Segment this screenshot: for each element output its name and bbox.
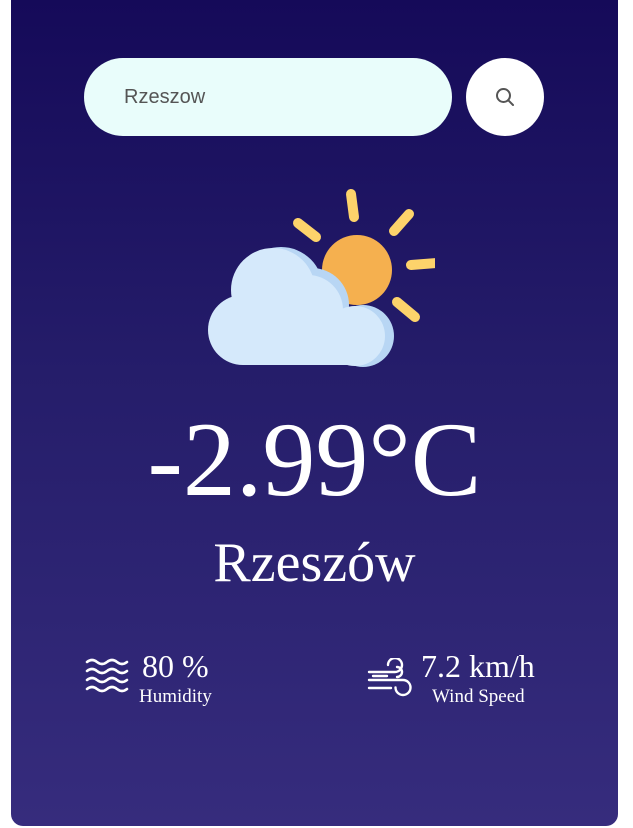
weather-card: -2.99°C Rzeszów 80 % Humidity 7.2 km/h W… bbox=[11, 0, 618, 826]
wind-panel: 7.2 km/h Wind Speed bbox=[367, 648, 567, 710]
search-button[interactable] bbox=[466, 58, 544, 136]
search-bar bbox=[84, 58, 544, 136]
city-name: Rzeszów bbox=[213, 532, 416, 594]
temperature: -2.99°C bbox=[147, 401, 482, 518]
humidity-label: Humidity bbox=[139, 686, 212, 707]
wind-speed-label: Wind Speed bbox=[432, 686, 525, 707]
partly-cloudy-icon bbox=[208, 189, 435, 367]
wind-icon bbox=[367, 658, 412, 697]
wind-speed-value: 7.2 km/h bbox=[421, 648, 535, 684]
humidity-waves-icon bbox=[85, 658, 129, 693]
humidity-value: 80 % bbox=[142, 648, 209, 684]
search-icon bbox=[496, 88, 514, 106]
humidity-panel: 80 % Humidity bbox=[85, 648, 255, 710]
city-search-input[interactable] bbox=[84, 58, 452, 136]
